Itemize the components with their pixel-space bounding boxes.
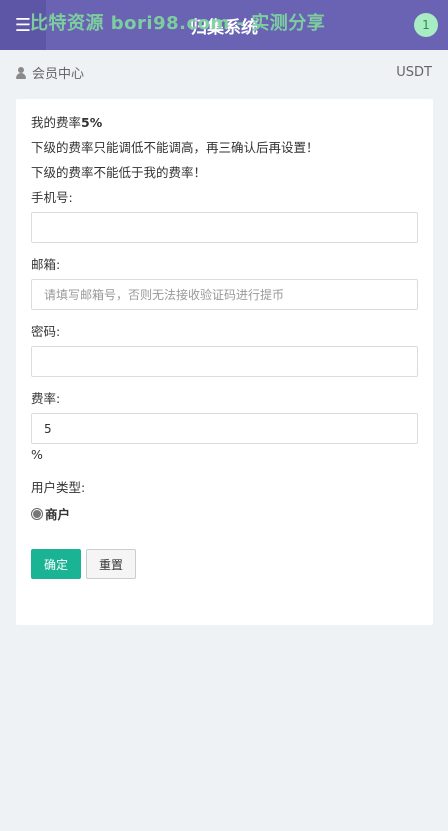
app-header: ☰ 归集系统 比特资源 bori98.com - 实测分享 1 xyxy=(0,0,448,50)
my-rate-label: 我的费率 xyxy=(31,115,82,130)
user-type-label: 用户类型: xyxy=(31,480,86,495)
rate-notice-1: 下级的费率只能调低不能调高，再三确认后再设置！ xyxy=(31,140,319,155)
email-label: 邮箱: xyxy=(31,257,61,272)
phone-field-group: 手机号: xyxy=(31,190,418,243)
user-type-group: 用户类型: 商户 xyxy=(31,480,418,523)
phone-label: 手机号: xyxy=(31,190,73,205)
phone-input[interactable] xyxy=(31,212,418,243)
radio-selected-icon[interactable] xyxy=(31,507,43,520)
email-field-group: 邮箱: xyxy=(31,257,418,310)
confirm-button[interactable]: 确定 xyxy=(31,549,81,579)
rate-label: 费率: xyxy=(31,391,61,406)
section-label: 会员中心 xyxy=(32,67,85,82)
rate-input[interactable] xyxy=(31,413,418,444)
user-type-option-label: 商户 xyxy=(45,507,71,522)
rate-field-group: 费率: % xyxy=(31,391,418,462)
user-type-merchant-option[interactable]: 商户 xyxy=(31,504,418,523)
rate-notice-2: 下级的费率不能低于我的费率！ xyxy=(31,165,207,180)
user-icon xyxy=(16,66,26,79)
form-actions: 确定 重置 xyxy=(31,549,418,579)
reset-button[interactable]: 重置 xyxy=(86,549,136,579)
watermark-text: 比特资源 bori98.com - 实测分享 xyxy=(30,13,326,34)
currency-label: USDT xyxy=(396,65,432,80)
breadcrumb-bar: 会员中心 USDT xyxy=(0,50,448,95)
rate-unit: % xyxy=(31,447,43,462)
breadcrumb: 会员中心 xyxy=(16,63,84,82)
password-field-group: 密码: xyxy=(31,324,418,377)
email-input[interactable] xyxy=(31,279,418,310)
password-input[interactable] xyxy=(31,346,418,377)
my-rate-line: 我的费率5% xyxy=(31,115,418,131)
notification-badge[interactable]: 1 xyxy=(414,13,438,37)
my-rate-value: 5% xyxy=(81,115,103,130)
member-form-card: 我的费率5% 下级的费率只能调低不能调高，再三确认后再设置！ 下级的费率不能低于… xyxy=(16,99,433,625)
password-label: 密码: xyxy=(31,324,61,339)
